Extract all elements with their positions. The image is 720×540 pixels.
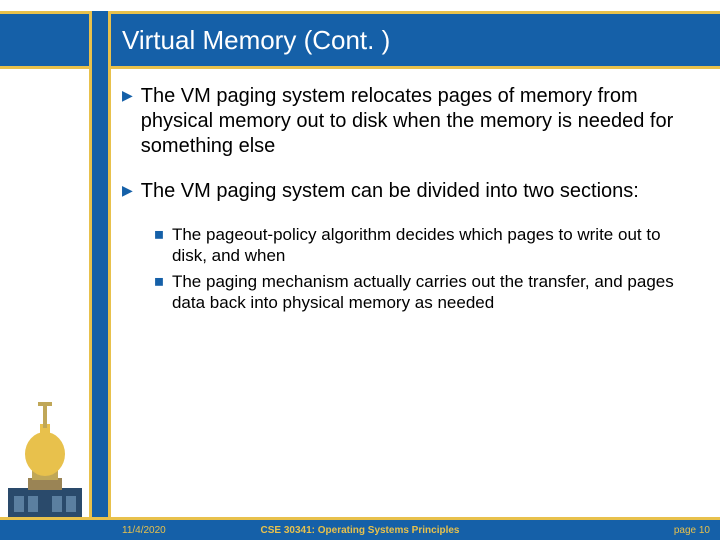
- square-bullet-icon: ◼: [154, 271, 164, 291]
- bullet-level1: ▶ The VM paging system relocates pages o…: [122, 84, 680, 159]
- footer-bar: 11/4/2020 CSE 30341: Operating Systems P…: [0, 520, 720, 540]
- bullet-level2: ◼ The paging mechanism actually carries …: [154, 271, 680, 314]
- bullet-text: The pageout-policy algorithm decides whi…: [172, 224, 680, 267]
- footer-date: 11/4/2020: [122, 525, 166, 536]
- triangle-bullet-icon: ▶: [122, 179, 133, 201]
- dome-logo-icon: [2, 400, 88, 520]
- square-bullet-icon: ◼: [154, 224, 164, 244]
- triangle-bullet-icon: ▶: [122, 84, 133, 106]
- slide-title: Virtual Memory (Cont. ): [122, 14, 390, 66]
- bullet-level1: ▶ The VM paging system can be divided in…: [122, 179, 680, 204]
- slide: Virtual Memory (Cont. ) ▶ The VM paging …: [0, 0, 720, 540]
- sub-bullet-group: ◼ The pageout-policy algorithm decides w…: [154, 224, 680, 313]
- bullet-level2: ◼ The pageout-policy algorithm decides w…: [154, 224, 680, 267]
- footer-course: CSE 30341: Operating Systems Principles: [261, 525, 460, 536]
- footer-page-number: page 10: [674, 525, 710, 536]
- content-area: ▶ The VM paging system relocates pages o…: [122, 84, 680, 317]
- bullet-text: The paging mechanism actually carries ou…: [172, 271, 680, 314]
- bullet-text: The VM paging system can be divided into…: [141, 179, 639, 204]
- bullet-text: The VM paging system relocates pages of …: [141, 84, 680, 159]
- vertical-accent-bar: [92, 11, 108, 540]
